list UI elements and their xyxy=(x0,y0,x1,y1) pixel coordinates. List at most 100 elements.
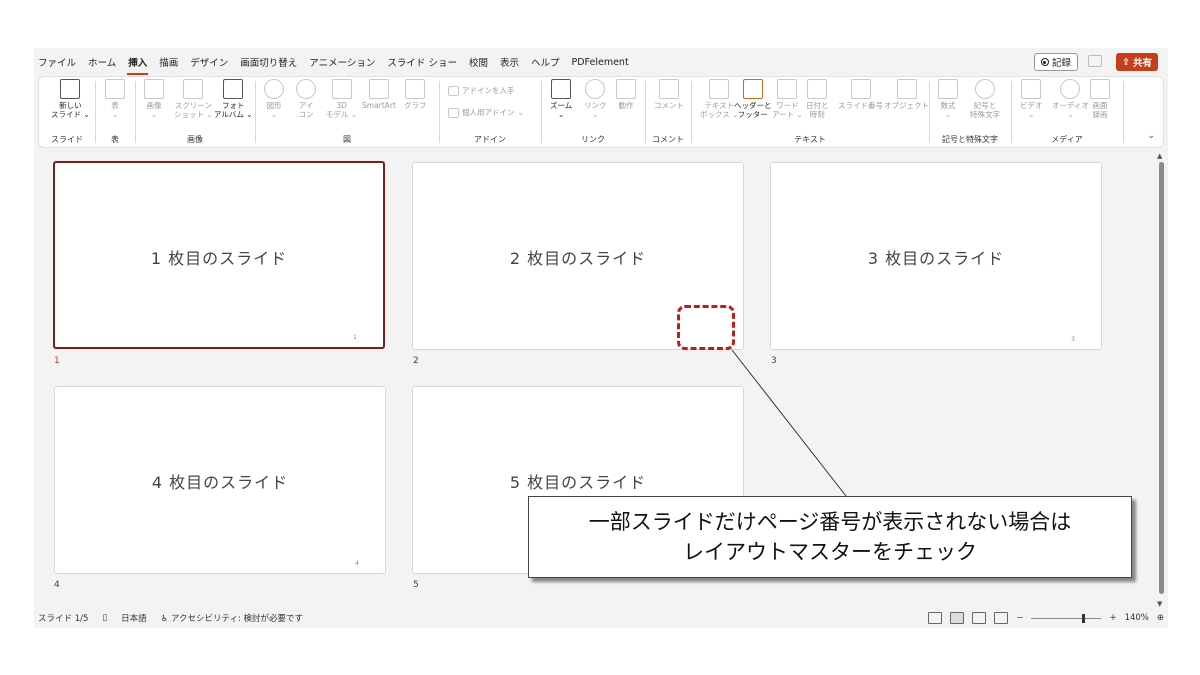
link-icon xyxy=(585,79,606,99)
menu-bar: ファイル ホーム 挿入 描画 デザイン 画面切り替え アニメーション スライド … xyxy=(34,48,1168,76)
screen-record-button[interactable]: 画面 録画 xyxy=(1090,79,1110,119)
language-status[interactable]: 日本語 xyxy=(121,612,147,624)
pi-icon xyxy=(938,79,958,99)
zoom-slider-thumb[interactable] xyxy=(1081,613,1085,623)
highlight-missing-page-number xyxy=(677,305,735,350)
menu-home[interactable]: ホーム xyxy=(88,55,116,69)
slide-thumbnail-4[interactable]: 4 枚目のスライド 4 xyxy=(54,386,386,574)
menu-review[interactable]: 校閲 xyxy=(469,55,488,69)
fit-to-window-icon[interactable]: ⊕ xyxy=(1157,613,1164,623)
wordart-button[interactable]: ワード アート ⌄ xyxy=(772,79,803,119)
action-label: 動作 xyxy=(618,101,634,110)
zoom-slider[interactable] xyxy=(1031,613,1102,623)
slide-thumbnail-3[interactable]: 3 枚目のスライド 3 xyxy=(770,162,1102,350)
slide-sorter-view-icon[interactable] xyxy=(950,612,965,624)
my-addins-button[interactable]: 個人用アドイン ⌄ xyxy=(448,107,524,118)
screen-record-icon xyxy=(1090,79,1110,99)
slideshow-view-icon[interactable] xyxy=(994,612,1009,624)
table-label: 表 ⌄ xyxy=(111,101,119,119)
zoom-level[interactable]: 140% xyxy=(1125,613,1149,623)
group-label-addins: アドイン xyxy=(474,135,506,144)
equation-button[interactable]: 数式 ⌄ xyxy=(938,79,958,119)
icons-button[interactable]: アイ コン xyxy=(296,79,316,119)
chevron-down-icon: ⌄ xyxy=(517,108,524,117)
menu-file[interactable]: ファイル xyxy=(38,55,76,69)
object-button[interactable]: オブジェクト xyxy=(884,79,929,110)
smartart-button[interactable]: SmartArt xyxy=(362,79,396,110)
zoom-in-button[interactable]: + xyxy=(1109,613,1116,623)
menu-animations[interactable]: アニメーション xyxy=(309,55,375,69)
table-button[interactable]: 表 ⌄ xyxy=(105,79,125,119)
book-icon[interactable]: ▯ xyxy=(102,613,107,623)
new-slide-button[interactable]: 新しい スライド ⌄ xyxy=(51,79,90,119)
zoom-out-button[interactable]: − xyxy=(1016,613,1023,623)
comment-icon[interactable] xyxy=(1088,55,1102,67)
reading-view-icon[interactable] xyxy=(972,612,987,624)
record-button[interactable]: 記録 xyxy=(1033,53,1078,71)
calendar-icon xyxy=(807,79,828,99)
omega-icon xyxy=(975,79,995,99)
store-icon xyxy=(448,85,459,96)
image-button[interactable]: 画像 ⌄ xyxy=(144,79,164,119)
group-illustrations: 図形 ⌄ アイ コン 3D モデル ⌄ SmartArt グラフ 図 xyxy=(256,77,438,147)
shapes-label: 図形 ⌄ xyxy=(266,101,282,119)
group-media: ビデオ ⌄ オーディオ ⌄ 画面 録画 メディア xyxy=(1012,77,1122,147)
wordart-label: ワード アート ⌄ xyxy=(772,101,803,119)
textbox-button[interactable]: テキスト ボックス ⌄ xyxy=(700,79,738,119)
menu-pdfelement[interactable]: PDFelement xyxy=(572,57,629,68)
accessibility-status[interactable]: ♿ アクセシビリティ: 検討が必要です xyxy=(161,612,303,624)
chevron-down-icon[interactable]: ⌄ xyxy=(1147,131,1155,141)
group-text: テキスト ボックス ⌄ ヘッダーと フッター ワード アート ⌄ 日付と 時刻 … xyxy=(692,77,929,147)
group-label-images: 画像 xyxy=(187,135,203,144)
photo-album-button[interactable]: フォト アルバム ⌄ xyxy=(214,79,253,119)
scroll-down-icon[interactable]: ▼ xyxy=(1157,600,1162,608)
screenshot-button[interactable]: スクリーン ショット ⌄ xyxy=(174,79,213,119)
hash-icon xyxy=(850,79,871,99)
slide-thumbnail-1[interactable]: 1 枚目のスライド 1 xyxy=(53,161,385,349)
3d-model-button[interactable]: 3D モデル ⌄ xyxy=(326,79,357,119)
image-icon xyxy=(144,79,164,99)
menu-help[interactable]: ヘルプ xyxy=(531,55,560,69)
chart-button[interactable]: グラフ xyxy=(404,79,427,110)
menu-draw[interactable]: 描画 xyxy=(159,55,178,69)
symbol-button[interactable]: 記号と 特殊文字 xyxy=(970,79,1000,119)
slide-number-button[interactable]: スライド番号 xyxy=(838,79,883,110)
vertical-scrollbar[interactable]: ▲ ▼ xyxy=(1156,152,1166,608)
scroll-up-icon[interactable]: ▲ xyxy=(1157,152,1162,160)
datetime-label: 日付と 時刻 xyxy=(806,101,829,119)
star-icon xyxy=(616,79,636,99)
callout-line-1: 一部スライドだけページ番号が表示されない場合は xyxy=(588,510,1072,534)
menu-transitions[interactable]: 画面切り替え xyxy=(240,55,297,69)
datetime-button[interactable]: 日付と 時刻 xyxy=(806,79,829,119)
link-label: リンク ⌄ xyxy=(584,101,607,119)
share-button[interactable]: ⇪ 共有 xyxy=(1116,53,1158,71)
audio-button[interactable]: オーディオ ⌄ xyxy=(1052,79,1089,119)
video-button[interactable]: ビデオ ⌄ xyxy=(1020,79,1043,119)
get-addins-button[interactable]: アドインを入手 xyxy=(448,85,515,96)
video-label: ビデオ ⌄ xyxy=(1020,101,1043,119)
group-label-links: リンク xyxy=(581,135,605,144)
action-button[interactable]: 動作 xyxy=(616,79,636,110)
slide-title: 2 枚目のスライド xyxy=(509,249,647,268)
slide-index: 5 xyxy=(413,580,419,590)
zoom-button[interactable]: ズーム ⌄ xyxy=(550,79,572,119)
slide-title: 1 枚目のスライド xyxy=(150,249,288,268)
screen-record-label: 画面 録画 xyxy=(1092,101,1108,119)
comment-button[interactable]: コメント xyxy=(654,79,684,110)
menu-design[interactable]: デザイン xyxy=(190,55,228,69)
header-footer-button[interactable]: ヘッダーと フッター xyxy=(734,79,772,119)
menu-insert[interactable]: 挿入 xyxy=(127,55,149,75)
record-label: 記録 xyxy=(1051,58,1071,69)
menu-view[interactable]: 表示 xyxy=(500,55,519,69)
table-icon xyxy=(105,79,125,99)
new-slide-label: 新しい スライド ⌄ xyxy=(51,101,90,119)
link-button[interactable]: リンク ⌄ xyxy=(584,79,607,119)
group-comments: コメント コメント xyxy=(646,77,690,147)
menu-slideshow[interactable]: スライド ショー xyxy=(387,55,457,69)
scroll-thumb[interactable] xyxy=(1159,162,1164,594)
slide-page-number: 1 xyxy=(353,334,357,341)
shapes-button[interactable]: 図形 ⌄ xyxy=(264,79,284,119)
record-icon xyxy=(1040,58,1049,66)
slide-number-label: スライド番号 xyxy=(838,101,883,110)
normal-view-icon[interactable] xyxy=(928,612,943,624)
